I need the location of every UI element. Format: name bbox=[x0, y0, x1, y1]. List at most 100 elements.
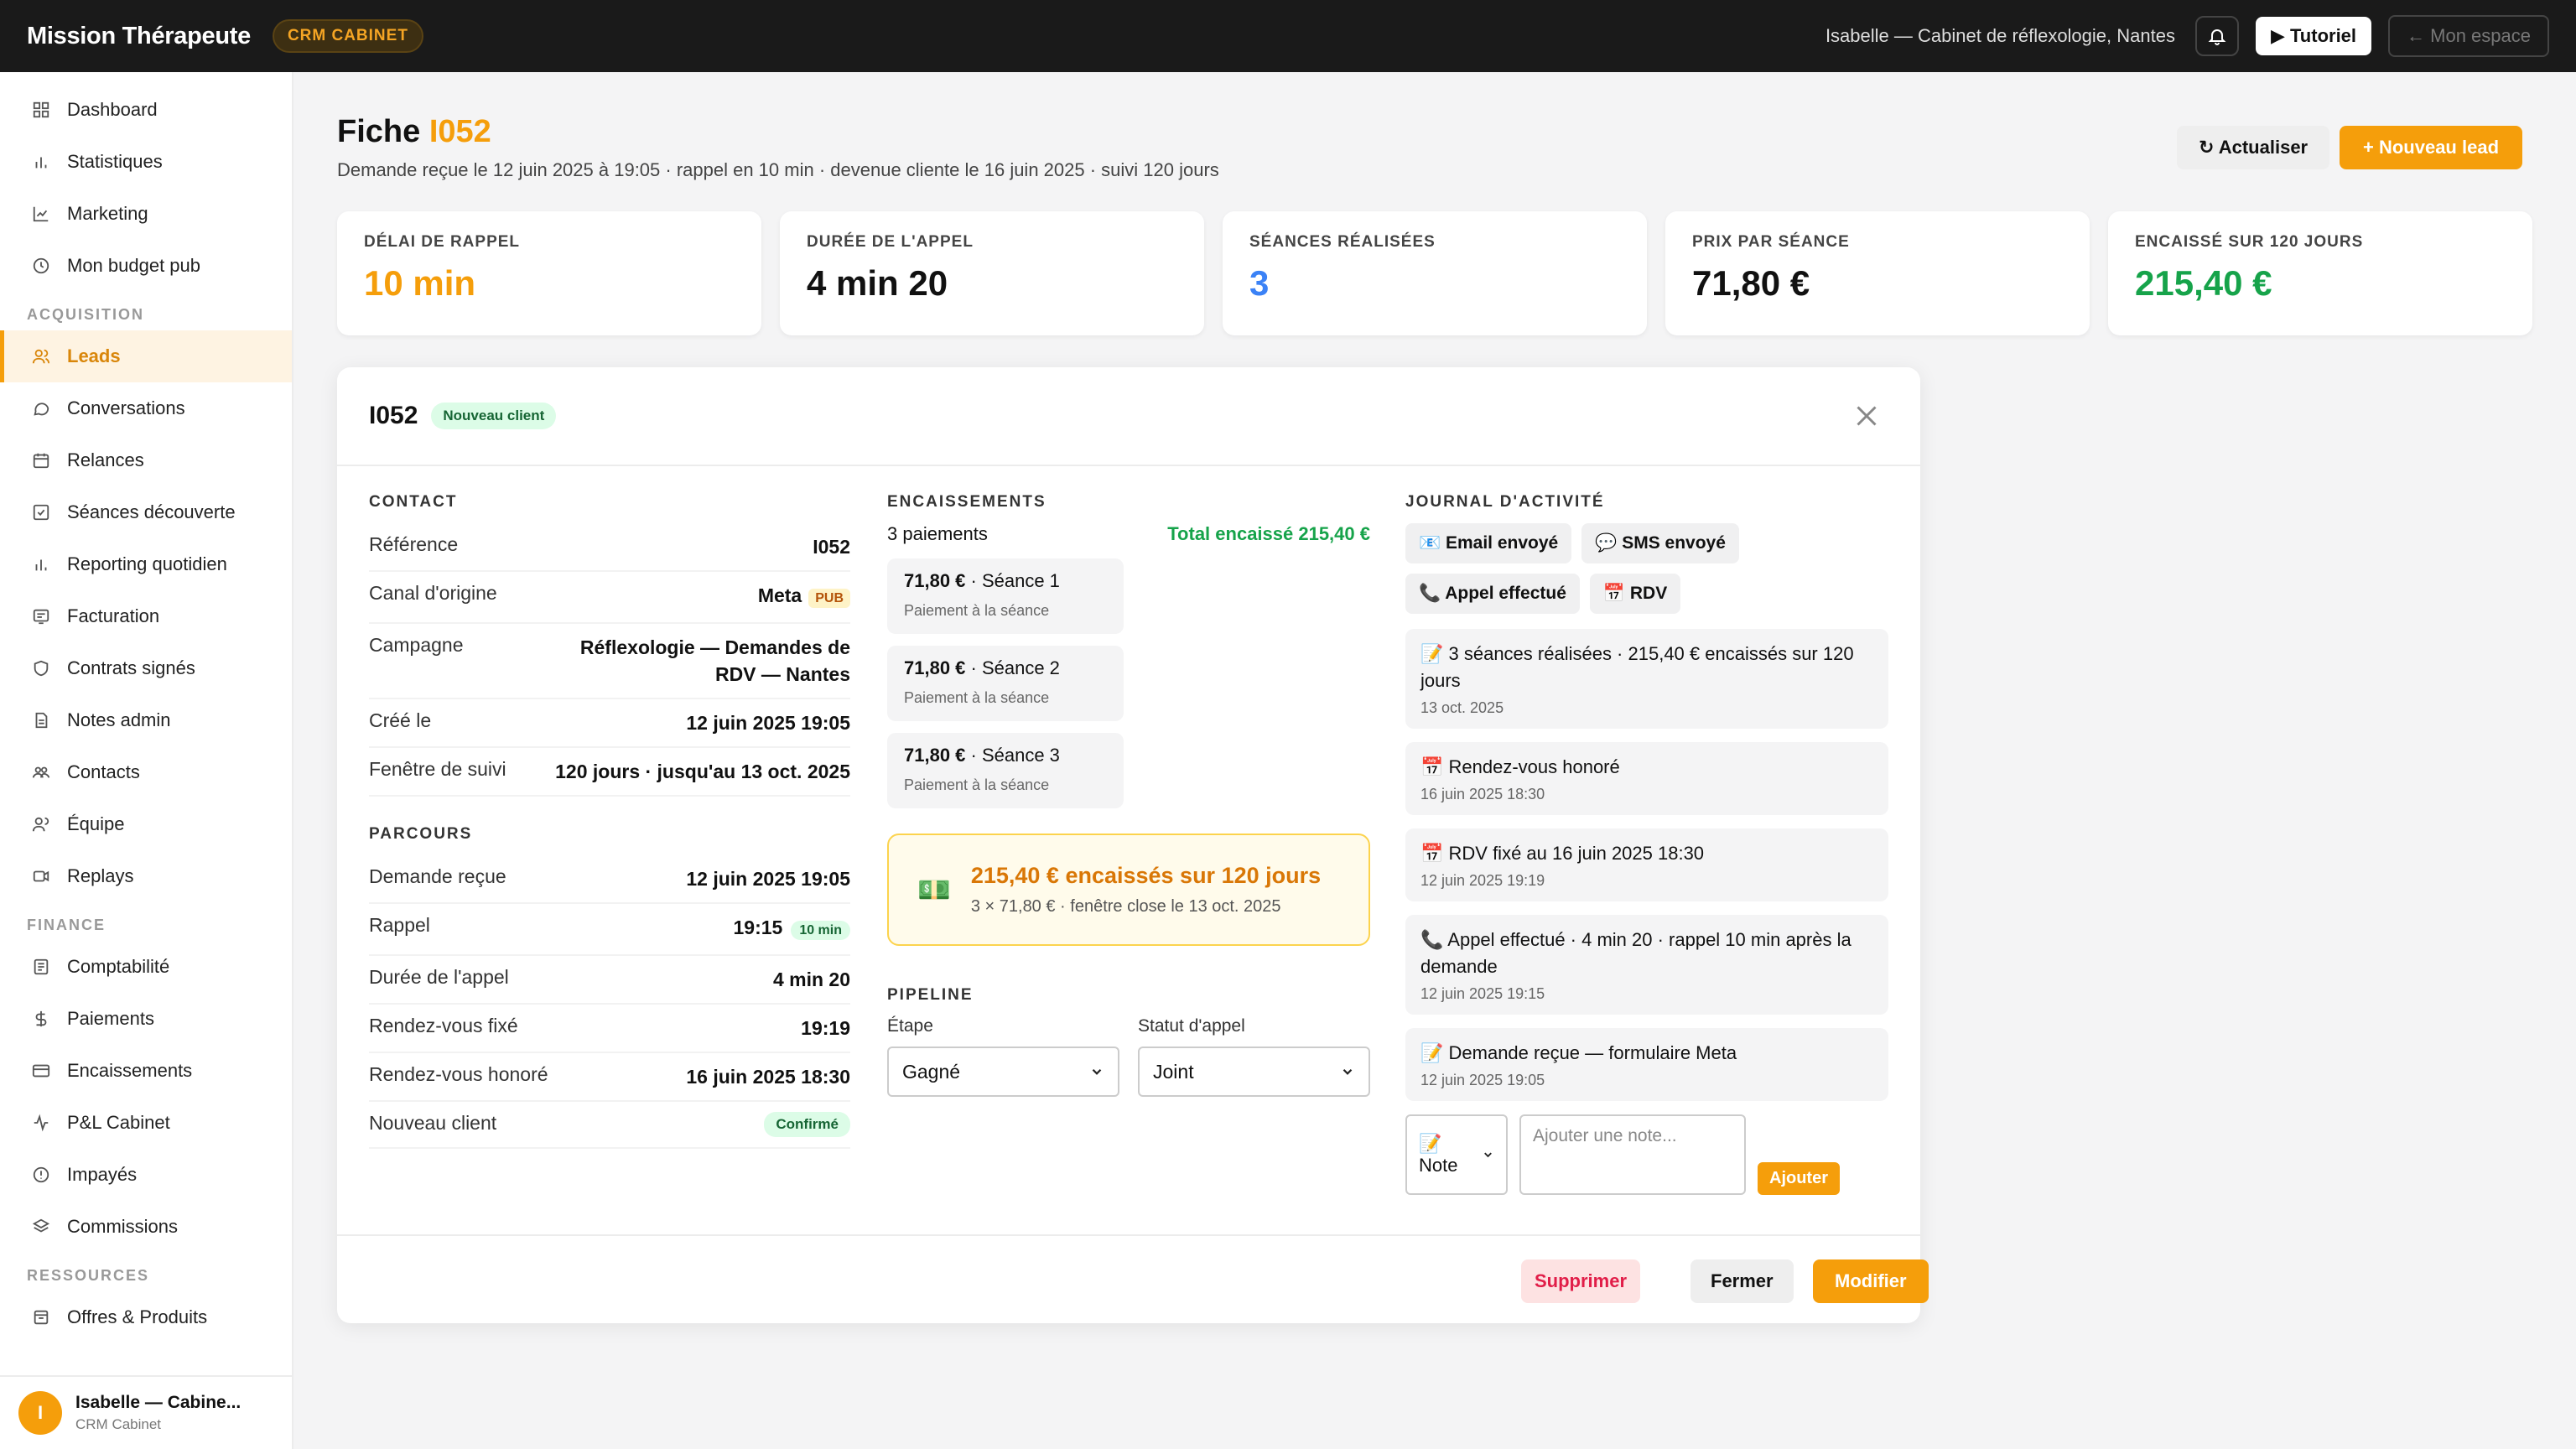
receipt-icon bbox=[30, 605, 52, 627]
row-value: Meta PUB bbox=[758, 582, 850, 612]
topbar-right: Isabelle — Cabinet de réflexologie, Nant… bbox=[1826, 15, 2549, 57]
sidebar-item-commissions[interactable]: Commissions bbox=[0, 1201, 292, 1253]
sms-sent-button[interactable]: 💬 SMS envoyé bbox=[1581, 523, 1739, 564]
sidebar-item-impayes[interactable]: Impayés bbox=[0, 1149, 292, 1201]
sidebar-item-contrats[interactable]: Contrats signés bbox=[0, 642, 292, 694]
contact-heading: CONTACT bbox=[369, 493, 458, 511]
payment-amount: 71,80 € bbox=[904, 570, 966, 591]
edit-button[interactable]: Modifier bbox=[1813, 1259, 1929, 1303]
close-button[interactable]: Fermer bbox=[1690, 1259, 1794, 1303]
row-duree: Durée de l'appel 4 min 20 bbox=[369, 956, 850, 1005]
row-label: Canal d'origine bbox=[369, 582, 497, 604]
statut-select[interactable]: Joint bbox=[1138, 1046, 1370, 1097]
new-lead-button[interactable]: + Nouveau lead bbox=[2340, 126, 2523, 169]
sidebar-item-equipe[interactable]: Équipe bbox=[0, 798, 292, 850]
sidebar-item-statistiques[interactable]: Statistiques bbox=[0, 136, 292, 188]
etape-label: Étape bbox=[887, 1016, 933, 1036]
close-icon[interactable] bbox=[1852, 401, 1882, 431]
refresh-button[interactable]: ↻ Actualiser bbox=[2177, 126, 2330, 169]
sidebar-item-label: Facturation bbox=[67, 605, 160, 626]
stat-label: SÉANCES RÉALISÉES bbox=[1249, 233, 1436, 251]
entry-text: 📝 3 séances réalisées · 215,40 € encaiss… bbox=[1420, 643, 1854, 691]
payments-list: 71,80 € · Séance 1 Paiement à la séance 7… bbox=[887, 558, 1370, 808]
sidebar-item-facturation[interactable]: Facturation bbox=[0, 590, 292, 642]
sidebar-item-notes[interactable]: Notes admin bbox=[0, 694, 292, 746]
sidebar-item-reporting[interactable]: Reporting quotidien bbox=[0, 538, 292, 590]
note-input[interactable]: Ajouter une note... bbox=[1519, 1114, 1746, 1195]
etape-select[interactable]: Gagné bbox=[887, 1046, 1119, 1097]
row-label: Référence bbox=[369, 533, 459, 555]
call-done-button[interactable]: 📞 Appel effectué bbox=[1405, 574, 1580, 614]
sidebar-item-label: Mon budget pub bbox=[67, 255, 201, 276]
note-type-value: 📝 Note bbox=[1419, 1133, 1458, 1176]
payment-card: 71,80 € · Séance 2 Paiement à la séance bbox=[887, 646, 1124, 721]
entry-date: 13 oct. 2025 bbox=[1420, 699, 1504, 716]
rappel-value: 19:15 bbox=[733, 917, 783, 938]
sidebar-item-conversations[interactable]: Conversations bbox=[0, 382, 292, 434]
sidebar: Dashboard Statistiques Marketing Mon bud… bbox=[0, 72, 293, 1449]
tutorial-button[interactable]: ▶ Tutoriel bbox=[2255, 17, 2372, 55]
clock-icon bbox=[30, 255, 52, 277]
email-sent-button[interactable]: 📧 Email envoyé bbox=[1405, 523, 1572, 564]
entry-date: 12 juin 2025 19:15 bbox=[1420, 985, 1545, 1002]
sidebar-item-marketing[interactable]: Marketing bbox=[0, 188, 292, 240]
my-space-button[interactable]: ← Mon espace bbox=[2388, 15, 2549, 57]
rdv-button[interactable]: 📅 RDV bbox=[1589, 574, 1681, 614]
row-label: Nouveau client bbox=[369, 1112, 497, 1134]
row-nouveau-client: Nouveau client Confirmé bbox=[369, 1102, 850, 1149]
panel-header: I052 Nouveau client bbox=[337, 367, 1920, 466]
box-icon bbox=[30, 1306, 52, 1328]
sidebar-item-comptabilite[interactable]: Comptabilité bbox=[0, 941, 292, 993]
row-value: 19:19 bbox=[801, 1017, 850, 1039]
stat-label: DÉLAI DE RAPPEL bbox=[364, 233, 521, 251]
note-type-select[interactable]: 📝 Note bbox=[1405, 1114, 1508, 1195]
notifications-button[interactable] bbox=[2194, 16, 2239, 56]
stat-card-rappel: DÉLAI DE RAPPEL 10 min bbox=[337, 211, 761, 335]
sidebar-item-encaissements[interactable]: Encaissements bbox=[0, 1045, 292, 1097]
status-badge: Nouveau client bbox=[431, 402, 557, 429]
pulse-icon bbox=[30, 1112, 52, 1134]
sidebar-item-leads[interactable]: Leads bbox=[0, 330, 292, 382]
chat-icon bbox=[30, 397, 52, 419]
sidebar-item-relances[interactable]: Relances bbox=[0, 434, 292, 486]
sidebar-item-dashboard[interactable]: Dashboard bbox=[0, 84, 292, 136]
row-value: 120 jours · jusqu'au 13 oct. 2025 bbox=[555, 761, 850, 782]
sidebar-user[interactable]: I Isabelle — Cabine... CRM Cabinet bbox=[0, 1375, 293, 1449]
delete-button[interactable]: Supprimer bbox=[1521, 1259, 1641, 1303]
row-rdv-fixe: Rendez-vous fixé 19:19 bbox=[369, 1005, 850, 1053]
entry-date: 12 juin 2025 19:19 bbox=[1420, 872, 1545, 889]
brand-logo[interactable]: Mission Thérapeute bbox=[27, 23, 251, 50]
payment-sub: Paiement à la séance bbox=[904, 689, 1050, 706]
users-icon bbox=[30, 345, 52, 367]
row-value: I052 bbox=[813, 536, 850, 558]
entry-text: 📅 RDV fixé au 16 juin 2025 18:30 bbox=[1420, 843, 1705, 864]
row-value: 4 min 20 bbox=[772, 969, 850, 990]
rappel-badge: 10 min bbox=[791, 921, 850, 940]
encaissements-column: ENCAISSEMENTS 3 paiements Total encaissé… bbox=[887, 493, 1370, 1097]
sidebar-item-paiements[interactable]: Paiements bbox=[0, 993, 292, 1045]
sidebar-item-replays[interactable]: Replays bbox=[0, 850, 292, 902]
stat-card-encaisse: ENCAISSÉ SUR 120 JOURS 215,40 € bbox=[2108, 211, 2532, 335]
sidebar-item-seances[interactable]: Séances découverte bbox=[0, 486, 292, 538]
pub-badge: PUB bbox=[808, 589, 850, 608]
sidebar-item-offres[interactable]: Offres & Produits bbox=[0, 1291, 292, 1343]
journal-entry: 📞 Appel effectué · 4 min 20 · rappel 10 … bbox=[1405, 915, 1888, 1015]
lead-detail-panel: I052 Nouveau client CONTACT Référence I05… bbox=[337, 367, 1929, 1323]
chevron-down-icon bbox=[1484, 1152, 1492, 1158]
sidebar-item-contacts[interactable]: Contacts bbox=[0, 746, 292, 798]
stat-card-seances: SÉANCES RÉALISÉES 3 bbox=[1223, 211, 1647, 335]
row-value: 19:15 10 min bbox=[733, 914, 850, 944]
row-label: Campagne bbox=[369, 634, 464, 656]
add-note-button[interactable]: Ajouter bbox=[1758, 1162, 1840, 1195]
chevron-down-icon bbox=[1092, 1068, 1102, 1075]
sidebar-item-label: Replays bbox=[67, 865, 134, 886]
sidebar-item-label: Comptabilité bbox=[67, 956, 170, 977]
section-finance: FINANCE bbox=[27, 917, 106, 933]
payment-amount: 71,80 € bbox=[904, 745, 966, 766]
entry-text: 📅 Rendez-vous honoré bbox=[1420, 756, 1620, 777]
payment-label: · Séance 3 bbox=[965, 745, 1060, 766]
calendar-icon bbox=[30, 449, 52, 471]
sidebar-item-pl[interactable]: P&L Cabinet bbox=[0, 1097, 292, 1149]
journal-entry: 📝 3 séances réalisées · 215,40 € encaiss… bbox=[1405, 629, 1888, 729]
sidebar-item-budget[interactable]: Mon budget pub bbox=[0, 240, 292, 292]
